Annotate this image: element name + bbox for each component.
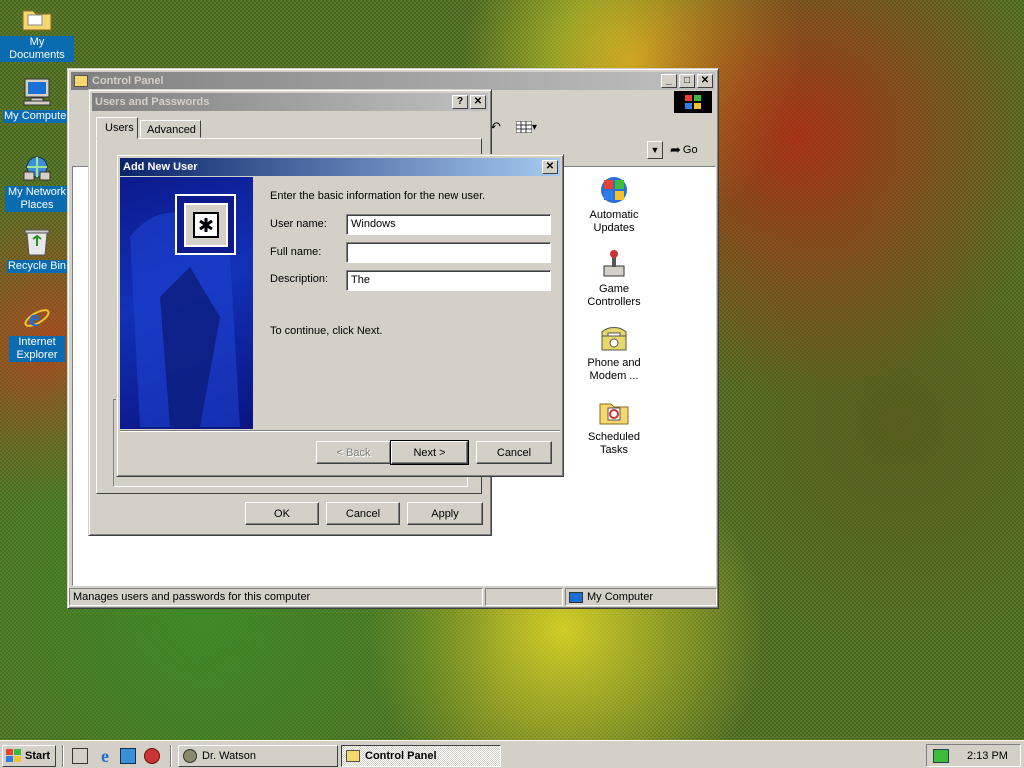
go-arrow-icon: ➦ (670, 142, 681, 157)
cp-item-scheduled-tasks[interactable]: Scheduled Tasks (574, 395, 654, 457)
maximize-button[interactable]: □ (679, 74, 695, 88)
add-new-user-wizard: Add New User ✕ Enter the basic informati… (116, 154, 564, 477)
next-button[interactable]: Next > (390, 440, 469, 465)
wizard-banner-image (120, 177, 253, 429)
toolbar: ↶ ▾ ▼ ➦ Go (488, 91, 714, 159)
wizard-separator (120, 430, 560, 432)
cp-item-game-controllers[interactable]: Game Controllers (574, 247, 654, 309)
scheduled-tasks-icon (597, 395, 631, 429)
close-button[interactable]: ✕ (542, 160, 558, 174)
apply-button[interactable]: Apply (407, 502, 483, 525)
tasks-separator (170, 745, 172, 767)
wizard-intro-text: Enter the basic information for the new … (270, 190, 486, 202)
username-label: User name: (270, 218, 327, 230)
desktop-icon-my-computer[interactable]: My Computer (0, 76, 74, 123)
description-label: Description: (270, 273, 329, 285)
status-blank-pane (485, 588, 563, 606)
game-controllers-icon (597, 247, 631, 281)
views-button[interactable]: ▾ (516, 118, 546, 136)
control-panel-icon (346, 750, 360, 762)
network-tray-icon[interactable] (933, 748, 949, 763)
desktop-icon-network-places[interactable]: My Network Places (0, 152, 74, 212)
username-field[interactable]: Windows (346, 214, 551, 235)
dr-watson-icon (183, 749, 197, 763)
quicklaunch-media-player-icon[interactable] (144, 748, 160, 764)
close-button[interactable]: ✕ (470, 95, 486, 109)
status-text: Manages users and passwords for this com… (69, 588, 483, 606)
users-passwords-titlebar[interactable]: Users and Passwords ? ✕ (92, 93, 488, 111)
network-icon (21, 152, 53, 184)
desktop-icon-label: My Computer (2, 110, 72, 123)
cancel-button[interactable]: Cancel (326, 502, 400, 525)
minimize-button[interactable]: _ (661, 74, 677, 88)
desktop-icon-internet-explorer[interactable]: e Internet Explorer (0, 302, 74, 362)
go-button[interactable]: ➦ Go (670, 141, 712, 159)
internet-explorer-icon: e (21, 302, 53, 334)
add-new-user-title: Add New User (123, 161, 198, 173)
automatic-updates-icon (597, 173, 631, 207)
system-tray: 2:13 PM (926, 744, 1021, 767)
add-new-user-titlebar[interactable]: Add New User ✕ (120, 158, 560, 176)
quicklaunch-show-desktop-icon[interactable] (72, 748, 88, 764)
desktop-icon-label: Internet Explorer (9, 336, 65, 362)
desktop-icon-label: Recycle Bin (6, 260, 68, 273)
address-dropdown-button[interactable]: ▼ (647, 141, 663, 159)
desktop-icon-my-documents[interactable]: My Documents (0, 2, 74, 62)
tab-advanced[interactable]: Advanced (140, 120, 201, 138)
cp-item-automatic-updates[interactable]: Automatic Updates (574, 173, 654, 235)
status-zone: My Computer (565, 588, 717, 606)
key-icon (175, 194, 236, 255)
task-dr-watson[interactable]: Dr. Watson (178, 745, 338, 767)
continue-hint: To continue, click Next. (270, 325, 383, 337)
fullname-field[interactable] (346, 242, 551, 263)
quicklaunch-separator (62, 745, 64, 767)
clock[interactable]: 2:13 PM (967, 750, 1008, 762)
phone-modem-icon (597, 321, 631, 355)
computer-icon (21, 76, 53, 108)
recycle-bin-icon (21, 226, 53, 258)
cp-item-phone-modem[interactable]: Phone and Modem ... (574, 321, 654, 383)
quicklaunch-outlook-icon[interactable] (120, 748, 136, 764)
start-button[interactable]: Start (2, 745, 56, 767)
svg-text:e: e (29, 306, 40, 332)
users-passwords-title: Users and Passwords (95, 96, 210, 108)
control-panel-title: Control Panel (92, 75, 164, 87)
close-button[interactable]: ✕ (697, 74, 713, 88)
help-button[interactable]: ? (452, 95, 468, 109)
back-button[interactable]: < Back (316, 441, 391, 464)
my-computer-small-icon (569, 591, 583, 603)
quicklaunch-internet-explorer-icon[interactable]: e (96, 747, 114, 765)
desktop-icon-label: My Documents (0, 36, 74, 62)
ok-button[interactable]: OK (245, 502, 319, 525)
tab-users[interactable]: Users (96, 117, 138, 139)
desktop-icon-label: My Network Places (5, 186, 69, 212)
folder-documents-icon (21, 2, 53, 34)
control-panel-window-icon (74, 75, 88, 87)
cancel-button[interactable]: Cancel (476, 441, 552, 464)
fullname-label: Full name: (270, 246, 322, 258)
control-panel-titlebar[interactable]: Control Panel _ □ ✕ (71, 72, 715, 90)
windows-logo-icon (674, 91, 712, 113)
description-field[interactable]: The (346, 270, 551, 291)
desktop-icon-recycle-bin[interactable]: Recycle Bin (0, 226, 74, 273)
task-control-panel[interactable]: Control Panel (341, 745, 501, 767)
status-bar: Manages users and passwords for this com… (69, 588, 717, 606)
taskbar: Start e Dr. Watson Control Panel 2:13 PM (0, 740, 1024, 768)
windows-flag-icon (6, 749, 22, 763)
